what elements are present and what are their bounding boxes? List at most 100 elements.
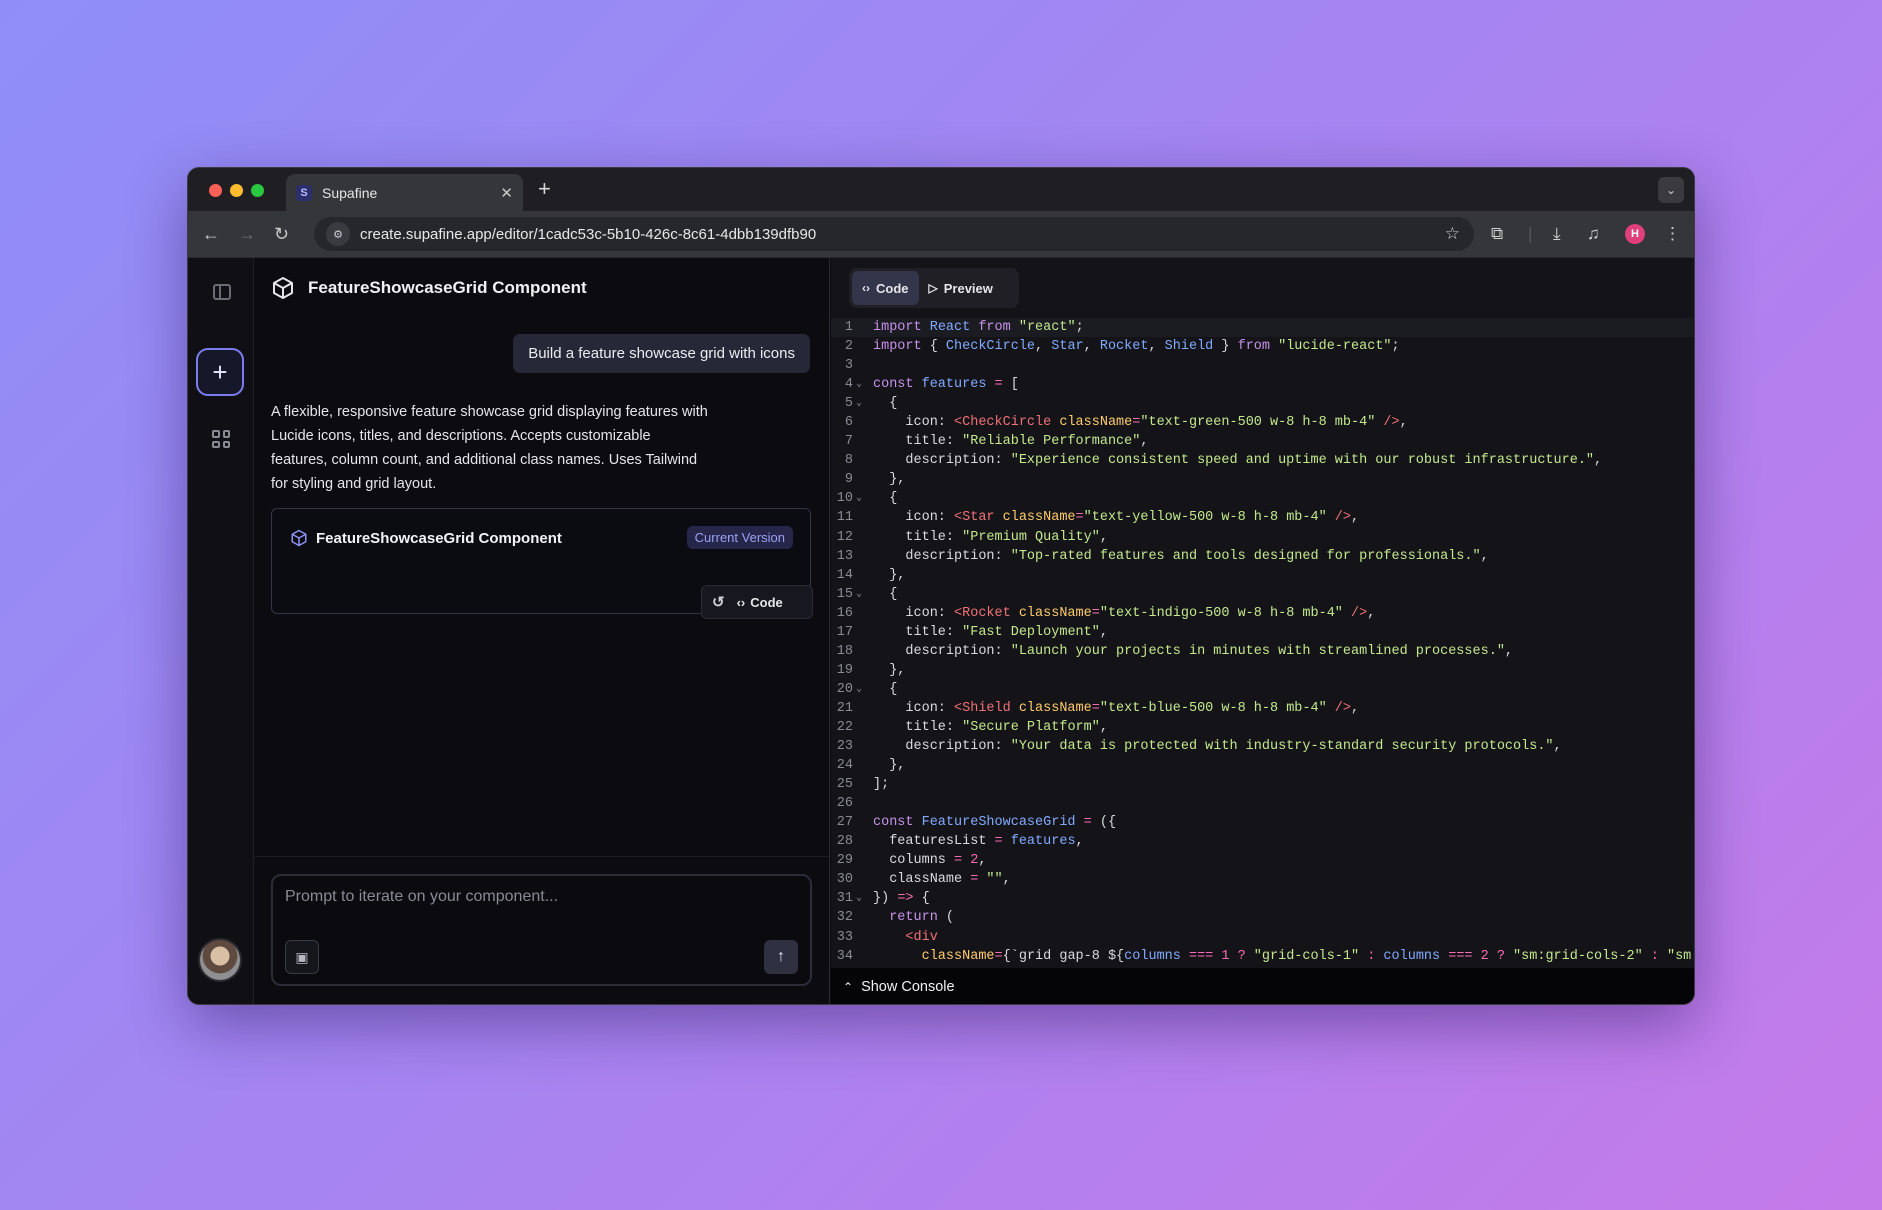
code-text: {: [873, 394, 897, 413]
artifact-card[interactable]: FeatureShowcaseGrid Component Current Ve…: [271, 508, 813, 619]
code-line[interactable]: 4 ⌄ const features = [: [831, 375, 1694, 394]
code-editor[interactable]: 1 import React from "react"; 2 import { Che…: [831, 318, 1694, 968]
back-icon[interactable]: ←: [202, 223, 220, 245]
code-text: description: "Top-rated features and too…: [873, 547, 1488, 566]
code-line[interactable]: 7 title: "Reliable Performance",: [831, 432, 1694, 451]
line-number: 26: [836, 796, 853, 812]
code-line[interactable]: 9 },: [831, 470, 1694, 489]
code-text: },: [873, 566, 905, 585]
code-token: />: [1342, 605, 1368, 621]
artifact-title-row: FeatureShowcaseGrid Component: [290, 529, 562, 547]
restore-icon[interactable]: ↺: [712, 593, 725, 611]
code-line[interactable]: 25];: [831, 775, 1694, 794]
bookmark-star-icon[interactable]: ☆: [1445, 224, 1460, 244]
components-grid-icon[interactable]: [212, 430, 230, 448]
reload-icon[interactable]: ↻: [274, 223, 289, 245]
code-token: ,: [1099, 719, 1108, 735]
code-line[interactable]: 21 icon: <Shield className="text-blue-50…: [831, 699, 1694, 718]
code-line[interactable]: 32 return (: [831, 908, 1694, 927]
code-line[interactable]: 5 ⌄ {: [831, 394, 1694, 413]
fold-chevron-icon[interactable]: ⌄: [856, 585, 862, 604]
code-line[interactable]: 23 description: "Your data is protected …: [831, 737, 1694, 756]
maximize-window-button[interactable]: [251, 184, 264, 197]
code-line[interactable]: 24 },: [831, 756, 1694, 775]
address-bar[interactable]: ⚙ create.supafine.app/editor/1cadc53c-5b…: [314, 217, 1474, 251]
code-line[interactable]: 31 ⌄}) => {: [831, 889, 1694, 908]
code-token: icon:: [873, 415, 955, 431]
code-line[interactable]: 18 description: "Launch your projects in…: [831, 642, 1694, 661]
code-line[interactable]: 26: [831, 794, 1694, 813]
code-token: icon:: [873, 700, 955, 716]
site-settings-icon[interactable]: ⚙: [326, 222, 350, 246]
code-line[interactable]: 29 columns = 2,: [831, 851, 1694, 870]
code-line[interactable]: 33 <div: [831, 928, 1694, 947]
view-code-button[interactable]: Code: [750, 595, 783, 610]
code-token: ];: [873, 777, 890, 793]
code-line[interactable]: 15 ⌄ {: [831, 585, 1694, 604]
code-line[interactable]: 19 },: [831, 661, 1694, 680]
new-component-button[interactable]: +: [196, 348, 244, 396]
fold-chevron-icon[interactable]: ⌄: [856, 680, 862, 699]
tab-preview[interactable]: ▷ Preview: [919, 271, 1003, 305]
code-token: =: [1091, 605, 1100, 621]
code-line[interactable]: 28 featuresList = features,: [831, 832, 1694, 851]
minimize-window-button[interactable]: [230, 184, 243, 197]
code-line[interactable]: 11 icon: <Star className="text-yellow-50…: [831, 508, 1694, 527]
browser-menu-icon[interactable]: ⋮: [1664, 224, 1681, 244]
code-token: "text-blue-500 w-8 h-8 mb-4": [1099, 700, 1327, 716]
fold-chevron-icon[interactable]: ⌄: [856, 394, 862, 413]
code-line[interactable]: 8 description: "Experience consistent sp…: [831, 451, 1694, 470]
show-console-toggle[interactable]: ⌃ Show Console: [831, 968, 1694, 1004]
toolbar-divider: |: [1528, 224, 1533, 243]
new-tab-icon[interactable]: +: [538, 178, 551, 200]
send-button[interactable]: ↑: [764, 940, 798, 974]
profile-avatar[interactable]: H: [1625, 224, 1645, 244]
code-line[interactable]: 14 },: [831, 566, 1694, 585]
code-token: (: [945, 910, 955, 926]
fold-chevron-icon[interactable]: ⌄: [856, 889, 862, 908]
code-line[interactable]: 34 className={`grid gap-8 ${columns === …: [831, 947, 1694, 966]
code-line[interactable]: 6 icon: <CheckCircle className="text-gre…: [831, 413, 1694, 432]
code-line[interactable]: 3: [831, 356, 1694, 375]
code-line[interactable]: 13 description: "Top-rated features and …: [831, 547, 1694, 566]
fold-chevron-icon[interactable]: ⌄: [856, 489, 862, 508]
close-tab-icon[interactable]: ✕: [500, 184, 513, 202]
code-line[interactable]: 10 ⌄ {: [831, 489, 1694, 508]
artifact-actions: ↺ ‹› Code: [701, 585, 813, 619]
code-line[interactable]: 12 title: "Premium Quality",: [831, 528, 1694, 547]
code-line[interactable]: 27 const FeatureShowcaseGrid = ({: [831, 813, 1694, 832]
chat-header: FeatureShowcaseGrid Component: [254, 258, 829, 318]
tab-code[interactable]: ‹› Code: [852, 271, 919, 305]
code-line[interactable]: 17 title: "Fast Deployment",: [831, 623, 1694, 642]
code-text: title: "Secure Platform",: [873, 718, 1108, 737]
url-text[interactable]: create.supafine.app/editor/1cadc53c-5b10…: [360, 226, 816, 243]
code-text: <div: [873, 928, 937, 947]
forward-icon[interactable]: →: [238, 223, 256, 245]
user-avatar[interactable]: [198, 938, 242, 982]
prompt-input[interactable]: [285, 888, 785, 906]
code-token: =: [954, 853, 971, 869]
fold-chevron-icon[interactable]: ⌄: [856, 375, 862, 394]
code-line[interactable]: 16 icon: <Rocket className="text-indigo-…: [831, 604, 1694, 623]
code-token: {: [921, 891, 930, 907]
code-line[interactable]: 20 ⌄ {: [831, 680, 1694, 699]
code-text: className = "",: [873, 870, 1011, 889]
media-control-icon[interactable]: ♫: [1587, 224, 1600, 244]
code-token: "Secure Platform": [962, 719, 1100, 735]
download-icon[interactable]: ⤓: [1553, 224, 1561, 244]
code-line[interactable]: 2 import { CheckCircle, Star, Rocket, Shi…: [831, 337, 1694, 356]
code-line[interactable]: 1 import React from "react";: [831, 318, 1694, 338]
extensions-icon[interactable]: ⧉: [1491, 224, 1503, 244]
browser-tab[interactable]: S Supafine ✕: [286, 174, 523, 211]
sidebar-toggle-icon[interactable]: [213, 284, 231, 300]
close-window-button[interactable]: [209, 184, 222, 197]
code-line[interactable]: 22 title: "Secure Platform",: [831, 718, 1694, 737]
line-number: 14: [836, 567, 853, 583]
chat-divider: [254, 856, 829, 857]
attach-image-icon[interactable]: ▣: [285, 940, 319, 974]
code-token: =: [994, 377, 1011, 393]
code-line[interactable]: 30 className = "",: [831, 870, 1694, 889]
tab-search-chevron-icon[interactable]: ⌄: [1658, 177, 1684, 203]
code-token: ,: [978, 853, 987, 869]
